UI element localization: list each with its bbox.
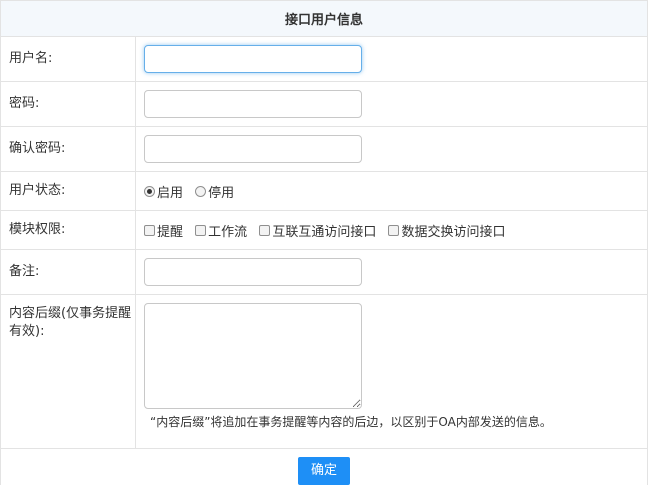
status-disable-radio[interactable] (195, 185, 207, 197)
status-enable-label: 启用 (157, 185, 184, 201)
module-data-exchange-checkbox[interactable] (388, 224, 400, 236)
content-suffix-label: 内容后缀(仅事务提醒有效): (0, 294, 136, 449)
password-cell (135, 81, 648, 127)
module-permission-cell: 提醒 工作流 互联互通访问接口 数据交换访问接口 (135, 210, 648, 250)
password-label: 密码: (0, 81, 136, 127)
status-enable-radio[interactable] (144, 185, 155, 197)
username-input[interactable] (144, 45, 362, 73)
note-cell (135, 249, 648, 295)
module-interconnect-option[interactable]: 互联互通访问接口 (259, 221, 376, 240)
confirm-password-label: 确认密码: (0, 126, 136, 172)
confirm-password-cell (135, 126, 648, 172)
status-disable-option[interactable]: 停用 (195, 182, 234, 201)
confirm-button[interactable]: 确定 (297, 457, 350, 485)
module-remind-label: 提醒 (157, 224, 184, 240)
password-input[interactable] (144, 90, 362, 118)
module-interconnect-label: 互联互通访问接口 (272, 224, 377, 240)
page: 接口用户信息 用户名: 密码: 确认密码: 用户状态: 启用 停用 模块权限: … (0, 0, 649, 485)
note-input[interactable] (144, 258, 362, 286)
user-info-form: 接口用户信息 用户名: 密码: 确认密码: 用户状态: 启用 停用 模块权限: … (0, 0, 648, 485)
content-suffix-hint: “内容后缀”将追加在事务提醒等内容的后边，以区别于OA内部发送的信息。 (150, 415, 552, 429)
module-workflow-option[interactable]: 工作流 (195, 221, 247, 240)
module-interconnect-checkbox[interactable] (259, 224, 271, 236)
username-cell (135, 36, 648, 82)
status-enable-option[interactable]: 启用 (144, 182, 183, 201)
module-data-exchange-option[interactable]: 数据交换访问接口 (388, 221, 505, 240)
form-title: 接口用户信息 (0, 0, 648, 37)
note-label: 备注: (0, 249, 136, 295)
module-permission-label: 模块权限: (0, 210, 136, 250)
status-disable-label: 停用 (208, 185, 235, 201)
module-remind-checkbox[interactable] (144, 224, 155, 236)
username-label: 用户名: (0, 36, 136, 82)
module-remind-option[interactable]: 提醒 (144, 221, 183, 240)
module-workflow-checkbox[interactable] (195, 224, 207, 236)
user-status-label: 用户状态: (0, 171, 136, 211)
content-suffix-cell: “内容后缀”将追加在事务提醒等内容的后边，以区别于OA内部发送的信息。 (135, 294, 648, 449)
module-data-exchange-label: 数据交换访问接口 (401, 224, 506, 240)
form-footer: 确定 (0, 448, 648, 485)
confirm-password-input[interactable] (144, 135, 362, 163)
content-suffix-textarea[interactable] (144, 303, 362, 409)
user-status-cell: 启用 停用 (135, 171, 648, 211)
module-workflow-label: 工作流 (208, 224, 248, 240)
